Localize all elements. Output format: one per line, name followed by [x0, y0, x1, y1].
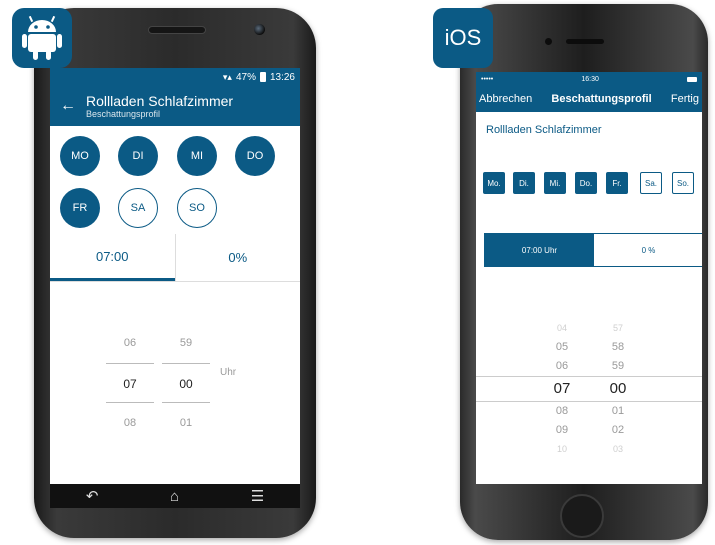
segment-position[interactable]: 0 %: [594, 234, 702, 266]
hour-wheel[interactable]: 04 05 06 07 08 09 10: [542, 319, 582, 459]
minute-wheel[interactable]: 59 00 01: [162, 323, 210, 443]
android-status-bar: ▾▴ 47% 13:26: [50, 68, 300, 86]
ios-nav-bar: Abbrechen Beschattungsprofil Fertig: [476, 86, 702, 112]
minute-value: 59: [611, 360, 625, 372]
time-position-segment: 07:00 Uhr 0 %: [484, 233, 702, 267]
tab-time[interactable]: 07:00: [50, 234, 175, 281]
device-name: Rollladen Schlafzimmer: [486, 124, 602, 136]
battery-icon: [686, 76, 697, 82]
weekday-selector: Mo. Di. Mi. Do. Fr. Sa. So.: [476, 148, 702, 210]
hour-value: 06: [555, 360, 569, 372]
day-toggle-so[interactable]: So.: [672, 172, 694, 194]
android-platform-badge: [12, 8, 72, 68]
android-app-bar: ← Rollladen Schlafzimmer Beschattungspro…: [50, 86, 300, 126]
cancel-button[interactable]: Abbrechen: [479, 93, 532, 105]
day-toggle-sa[interactable]: SA: [118, 188, 158, 228]
day-toggle-so[interactable]: SO: [177, 188, 217, 228]
status-time: 16:30: [581, 75, 599, 83]
day-toggle-do[interactable]: DO: [235, 136, 275, 176]
hour-wheel[interactable]: 06 07 08: [106, 323, 154, 443]
ios-status-bar: ••••• 16:30: [476, 72, 702, 86]
iphone: ••••• 16:30 Abbrechen Beschattungsprofil…: [460, 4, 708, 540]
android-nav-bar: ↶ ⌂ ☰: [50, 484, 300, 508]
hour-value: 06: [123, 337, 137, 349]
minute-value: 01: [611, 405, 625, 417]
minute-value: 58: [611, 341, 625, 353]
minute-value: 02: [611, 424, 625, 436]
hour-value: 08: [123, 417, 137, 429]
home-nav-icon[interactable]: ⌂: [170, 488, 179, 505]
page-subtitle: Beschattungsprofil: [86, 108, 161, 119]
page-title: Beschattungsprofil: [551, 93, 652, 105]
battery-percent: 47%: [235, 71, 256, 83]
time-unit-label: Uhr: [220, 367, 237, 378]
page-title: Rollladen Schlafzimmer: [86, 92, 234, 109]
day-toggle-mo[interactable]: MO: [60, 136, 100, 176]
time-picker: 04 05 06 07 08 09 10 57 58 59 00 01 02 0…: [476, 319, 702, 454]
day-toggle-sa[interactable]: Sa.: [640, 172, 662, 194]
segment-time[interactable]: 07:00 Uhr: [485, 234, 594, 266]
minute-value: 03: [612, 444, 623, 454]
minute-value: 01: [179, 417, 193, 429]
back-arrow-icon[interactable]: ←: [50, 97, 86, 115]
minute-value: 59: [179, 337, 193, 349]
status-time: 13:26: [269, 71, 295, 83]
minute-value-selected: 00: [162, 363, 210, 403]
front-camera: [545, 38, 552, 45]
earpiece-speaker: [148, 26, 206, 34]
ios-screen: ••••• 16:30 Abbrechen Beschattungsprofil…: [476, 72, 702, 484]
time-picker: 06 07 08 59 00 01 Uhr: [50, 323, 300, 488]
done-button[interactable]: Fertig: [671, 93, 699, 105]
day-toggle-di[interactable]: DI: [118, 136, 158, 176]
day-toggle-do[interactable]: Do.: [575, 172, 597, 194]
day-toggle-di[interactable]: Di.: [513, 172, 535, 194]
minute-value-selected: 00: [609, 380, 627, 397]
ios-platform-badge: iOS: [433, 8, 493, 68]
hour-value: 05: [555, 341, 569, 353]
signal-icon: •••••: [481, 75, 494, 83]
tab-position[interactable]: 0%: [174, 234, 301, 281]
day-toggle-fr[interactable]: FR: [60, 188, 100, 228]
hour-value: 08: [555, 405, 569, 417]
minute-value: 57: [612, 323, 623, 333]
android-screen: ▾▴ 47% 13:26 ← Rollladen Schlafzimmer Be…: [50, 68, 300, 508]
weekday-selector: MO DI MI DO FR SA SO: [50, 126, 300, 234]
hour-value: 09: [555, 424, 569, 436]
minute-wheel[interactable]: 57 58 59 00 01 02 03: [598, 319, 638, 459]
hour-value: 10: [556, 444, 567, 454]
android-robot-icon: [22, 16, 62, 60]
android-phone: ▾▴ 47% 13:26 ← Rollladen Schlafzimmer Be…: [34, 8, 316, 538]
day-toggle-mi[interactable]: Mi.: [544, 172, 566, 194]
hour-value-selected: 07: [106, 363, 154, 403]
picker-selection-band: [476, 376, 702, 402]
home-button[interactable]: [560, 494, 604, 538]
day-toggle-fr[interactable]: Fr.: [606, 172, 628, 194]
day-toggle-mo[interactable]: Mo.: [483, 172, 505, 194]
wifi-signal-icon: ▾▴: [222, 71, 232, 82]
menu-nav-icon[interactable]: ☰: [251, 487, 264, 505]
hour-value: 04: [556, 323, 567, 333]
battery-icon: [259, 72, 266, 82]
front-camera: [254, 24, 265, 35]
day-toggle-mi[interactable]: MI: [177, 136, 217, 176]
time-position-tabs: 07:00 0%: [50, 234, 300, 282]
earpiece-speaker: [566, 39, 604, 44]
hour-value-selected: 07: [553, 380, 571, 397]
back-nav-icon[interactable]: ↶: [86, 487, 99, 505]
